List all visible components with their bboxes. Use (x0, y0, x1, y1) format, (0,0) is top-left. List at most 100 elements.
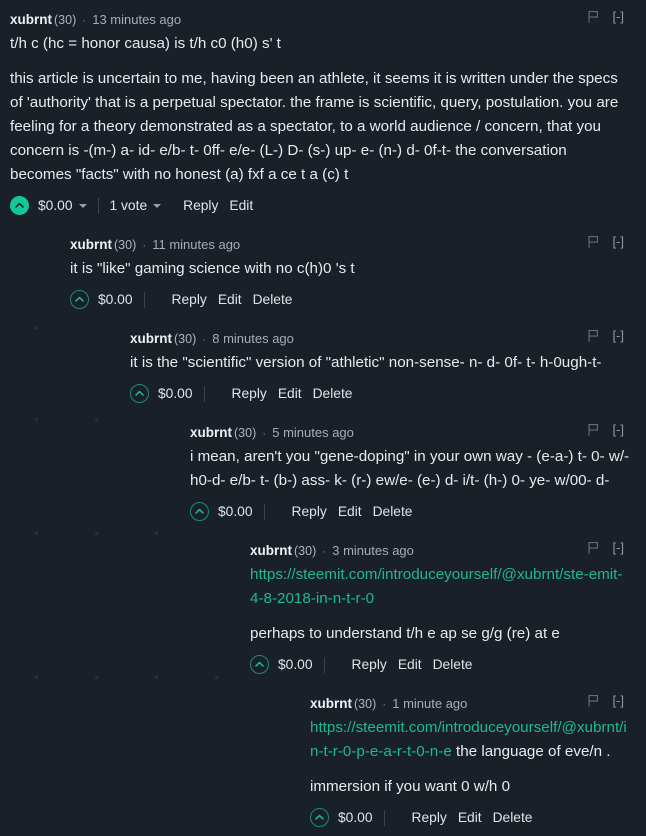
comment-timestamp[interactable]: 13 minutes ago (92, 11, 181, 29)
header-separator: · (382, 697, 387, 711)
comment-header-actions: [-] (587, 539, 630, 557)
chevron-down-icon[interactable] (78, 203, 87, 208)
flag-icon[interactable] (587, 541, 600, 555)
comment-paragraph: this article is uncertain to me, having … (10, 70, 619, 183)
author-reputation: (30) (114, 238, 137, 252)
upvote-button[interactable] (310, 808, 329, 827)
comment-inner: xubrnt (30) · 11 minutes ago [-] it is "like"… (60, 224, 646, 318)
chevron-down-icon[interactable] (153, 203, 162, 208)
comment-link[interactable]: https://steemit.com/introduceyourself/@x… (250, 566, 622, 607)
collapse-toggle[interactable]: [-] (612, 421, 624, 439)
comment-author[interactable]: xubrnt (190, 424, 232, 442)
flag-icon[interactable] (587, 423, 600, 437)
comment-paragraph: it is the "scientific" version of "athle… (130, 354, 602, 371)
author-reputation: (30) (354, 697, 377, 711)
collapse-toggle[interactable]: [-] (612, 539, 624, 557)
collapse-toggle[interactable]: [-] (612, 8, 624, 26)
comment-timestamp[interactable]: 3 minutes ago (332, 542, 414, 560)
action-reply-link[interactable]: Reply (412, 810, 447, 825)
action-delete-link[interactable]: Delete (373, 504, 413, 519)
comment-paragraph: immersion if you want 0 w/h 0 (310, 778, 511, 795)
comment-header: xubrnt (30) · 13 minutes ago [-] (10, 8, 630, 29)
comment-body: it is "like" gaming science with no c(h)… (70, 257, 630, 281)
comment-header-actions: [-] (587, 233, 630, 251)
comment-action-links: Reply Edit (183, 198, 253, 213)
action-delete-link[interactable]: Delete (253, 292, 293, 307)
collapse-toggle[interactable]: [-] (612, 233, 624, 251)
header-separator: · (322, 544, 327, 558)
collapse-toggle[interactable]: [-] (612, 327, 624, 345)
payout-amount[interactable]: $0.00 (338, 810, 373, 825)
header-separator: · (262, 426, 267, 440)
action-reply-link[interactable]: Reply (232, 386, 267, 401)
payout-amount[interactable]: $0.00 (38, 198, 73, 213)
comment-header: xubrnt (30) · 5 minutes ago [-] (190, 421, 630, 442)
comment-header: xubrnt (30) · 3 minutes ago [-] (250, 539, 630, 560)
comment-actions: $0.00 Reply Edit Delete (190, 497, 630, 528)
comment-paragraph: https://steemit.com/introduceyourself/@x… (250, 563, 630, 611)
upvote-button[interactable] (130, 384, 149, 403)
action-edit-link[interactable]: Edit (218, 292, 242, 307)
author-reputation: (30) (234, 426, 257, 440)
action-edit-link[interactable]: Edit (229, 198, 253, 213)
comment-inner: xubrnt (30) · 13 minutes ago [-] t/h c (hc = … (0, 0, 646, 224)
action-edit-link[interactable]: Edit (398, 657, 422, 672)
comment-actions: $0.00 Reply Edit Delete (310, 803, 630, 834)
header-separator: · (202, 332, 207, 346)
upvote-button[interactable] (70, 290, 89, 309)
comment-paragraph: it is "like" gaming science with no c(h)… (70, 260, 355, 277)
comment: xubrnt (30) · 8 minutes ago [-] it is the "sc… (120, 318, 646, 412)
comment-timestamp[interactable]: 11 minutes ago (152, 236, 240, 254)
action-divider (203, 385, 205, 402)
author-reputation: (30) (174, 332, 197, 346)
author-reputation: (30) (294, 544, 317, 558)
comment-paragraph: i mean, aren't you "gene-doping" in your… (190, 448, 630, 489)
action-reply-link[interactable]: Reply (183, 198, 218, 213)
comment-timestamp[interactable]: 1 minute ago (392, 695, 467, 713)
comment-inner: xubrnt (30) · 8 minutes ago [-] it is the "sc… (120, 318, 646, 412)
action-edit-link[interactable]: Edit (338, 504, 362, 519)
action-reply-link[interactable]: Reply (172, 292, 207, 307)
action-divider (323, 656, 325, 673)
action-delete-link[interactable]: Delete (493, 810, 533, 825)
upvote-button[interactable] (190, 502, 209, 521)
action-delete-link[interactable]: Delete (313, 386, 353, 401)
payout-amount[interactable]: $0.00 (218, 504, 253, 519)
action-divider (263, 503, 265, 520)
action-delete-link[interactable]: Delete (433, 657, 473, 672)
comment-paragraph: t/h c (hc = honor causa) is t/h c0 (h0) … (10, 35, 281, 52)
comment: xubrnt (30) · 11 minutes ago [-] it is "like"… (60, 224, 646, 318)
comment: xubrnt (30) · 1 minute ago [-] https://steemi… (300, 683, 646, 836)
upvote-button[interactable] (10, 196, 29, 215)
flag-icon[interactable] (587, 10, 600, 24)
comment-inner: xubrnt (30) · 5 minutes ago [-] i mean, aren'… (180, 412, 646, 530)
collapse-toggle[interactable]: [-] (612, 692, 624, 710)
comment-body: https://steemit.com/introduceyourself/@x… (250, 563, 630, 646)
flag-icon[interactable] (587, 235, 600, 249)
comment-author[interactable]: xubrnt (130, 330, 172, 348)
comment-action-links: Reply Edit Delete (172, 292, 293, 307)
action-reply-link[interactable]: Reply (292, 504, 327, 519)
comment-author[interactable]: xubrnt (250, 542, 292, 560)
comment-body: it is the "scientific" version of "athle… (130, 351, 630, 375)
comment: xubrnt (30) · 13 minutes ago [-] t/h c (hc = … (0, 0, 646, 224)
payout-amount[interactable]: $0.00 (158, 386, 193, 401)
comment-header-actions: [-] (587, 8, 630, 26)
flag-icon[interactable] (587, 329, 600, 343)
comment-author[interactable]: xubrnt (70, 236, 112, 254)
payout-amount[interactable]: $0.00 (98, 292, 133, 307)
payout-amount[interactable]: $0.00 (278, 657, 313, 672)
comment-timestamp[interactable]: 8 minutes ago (212, 330, 294, 348)
action-reply-link[interactable]: Reply (352, 657, 387, 672)
action-edit-link[interactable]: Edit (278, 386, 302, 401)
action-divider (383, 809, 385, 826)
comment-author[interactable]: xubrnt (310, 695, 352, 713)
comment-header: xubrnt (30) · 11 minutes ago [-] (70, 233, 630, 254)
upvote-button[interactable] (250, 655, 269, 674)
vote-count[interactable]: 1 vote (110, 198, 148, 213)
action-edit-link[interactable]: Edit (458, 810, 482, 825)
comment: xubrnt (30) · 3 minutes ago [-] https://steem… (240, 530, 646, 683)
flag-icon[interactable] (587, 694, 600, 708)
comment-author[interactable]: xubrnt (10, 11, 52, 29)
comment-timestamp[interactable]: 5 minutes ago (272, 424, 354, 442)
